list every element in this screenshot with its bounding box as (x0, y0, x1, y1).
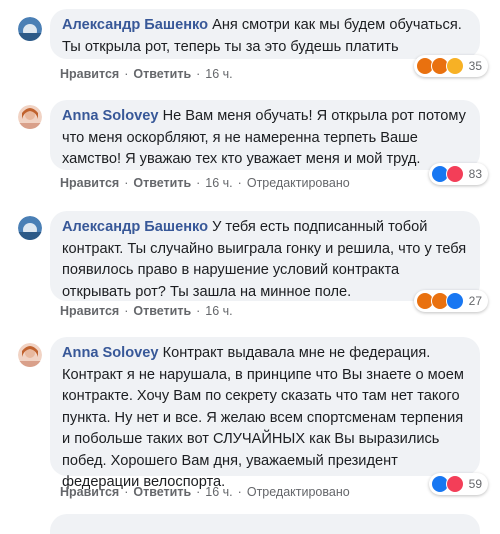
separator-dot: · (196, 67, 201, 81)
comment-actions: Нравится · Ответить · 16 ч. · Отредактир… (60, 176, 350, 190)
next-comment-bubble (50, 514, 480, 534)
avatar[interactable] (18, 105, 42, 129)
reactions-summary[interactable]: 35 (413, 55, 488, 77)
comment-actions: Нравится · Ответить · 16 ч. · Отредактир… (60, 485, 350, 499)
comment-author[interactable]: Александр Башенко (62, 219, 208, 235)
comment-bubble: Александр Башенко Аня смотри как мы буде… (50, 9, 480, 59)
comment-time[interactable]: 16 ч. (205, 67, 232, 81)
love-icon (445, 475, 464, 493)
edited-label[interactable]: Отредактировано (247, 485, 350, 499)
comment-bubble: Александр Башенко У тебя есть подписанны… (50, 211, 480, 301)
wow-icon (445, 57, 464, 75)
reply-link[interactable]: Ответить (133, 304, 191, 318)
comment-author[interactable]: Anna Solovey (62, 345, 159, 361)
separator-dot: · (196, 485, 201, 499)
reactions-summary[interactable]: 83 (428, 163, 488, 185)
separator-dot: · (124, 67, 129, 81)
reply-link[interactable]: Ответить (133, 485, 191, 499)
comment-bubble: Anna Solovey Контракт выдавала мне не фе… (50, 337, 480, 490)
reaction-count: 35 (468, 59, 482, 73)
like-link[interactable]: Нравится (60, 176, 119, 190)
comment-time[interactable]: 16 ч. (205, 485, 232, 499)
reply-link[interactable]: Ответить (133, 176, 191, 190)
comment-bubble: Anna Solovey Не Вам меня обучать! Я откр… (50, 100, 480, 170)
comment-text: Контракт выдавала мне не федерация. Конт… (62, 345, 464, 490)
like-link[interactable]: Нравится (60, 304, 119, 318)
reaction-count: 27 (468, 294, 482, 308)
reactions-summary[interactable]: 27 (413, 290, 488, 312)
comment-author[interactable]: Александр Башенко (62, 17, 208, 33)
comment-author[interactable]: Anna Solovey (62, 108, 159, 124)
separator-dot: · (124, 176, 129, 190)
like-link[interactable]: Нравится (60, 485, 119, 499)
avatar[interactable] (18, 343, 42, 367)
separator-dot: · (124, 485, 129, 499)
reactions-summary[interactable]: 59 (428, 473, 488, 495)
separator-dot: · (237, 485, 242, 499)
separator-dot: · (237, 176, 242, 190)
comment-actions: Нравится · Ответить · 16 ч. (60, 304, 233, 318)
separator-dot: · (196, 176, 201, 190)
separator-dot: · (124, 304, 129, 318)
like-link[interactable]: Нравится (60, 67, 119, 81)
comment-time[interactable]: 16 ч. (205, 176, 232, 190)
avatar[interactable] (18, 17, 42, 41)
avatar[interactable] (18, 216, 42, 240)
comment-time[interactable]: 16 ч. (205, 304, 232, 318)
reaction-count: 83 (468, 167, 482, 181)
like-icon (445, 292, 464, 310)
reaction-count: 59 (468, 477, 482, 491)
comment-actions: Нравится · Ответить · 16 ч. (60, 67, 233, 81)
separator-dot: · (196, 304, 201, 318)
reply-link[interactable]: Ответить (133, 67, 191, 81)
love-icon (445, 165, 464, 183)
edited-label[interactable]: Отредактировано (247, 176, 350, 190)
